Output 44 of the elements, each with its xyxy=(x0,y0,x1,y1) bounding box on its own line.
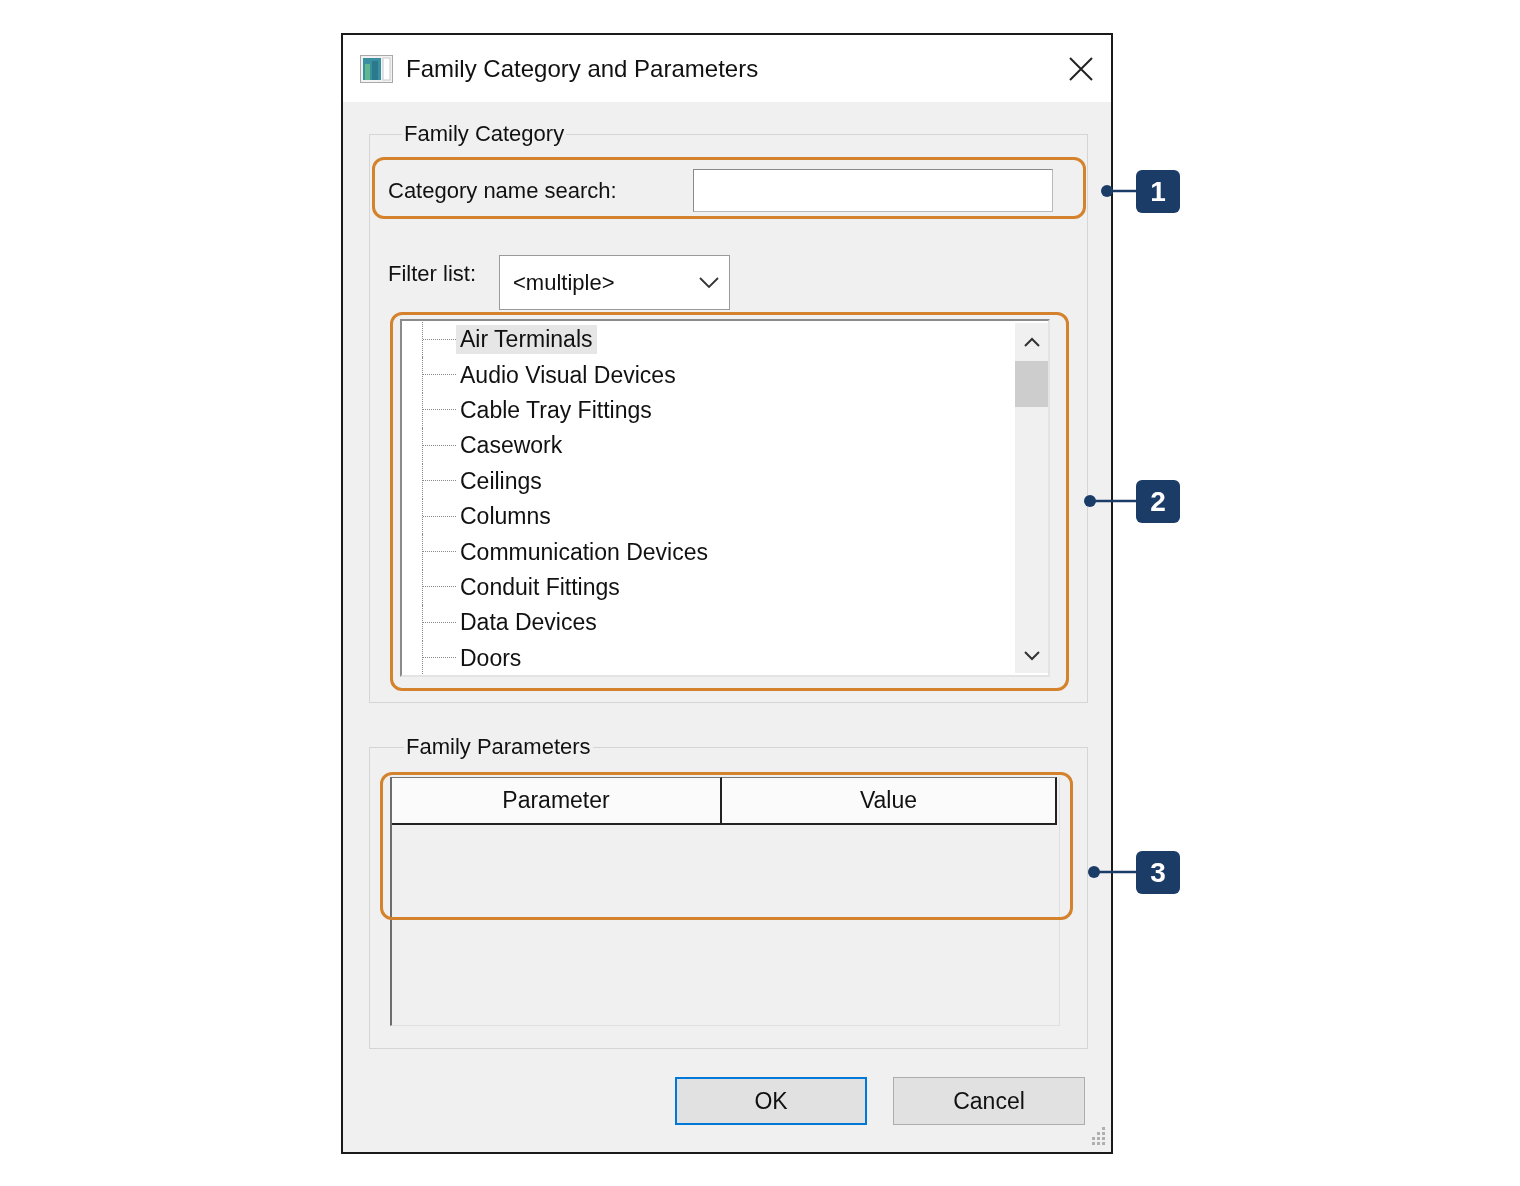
column-header[interactable]: Value xyxy=(722,777,1057,825)
callout-leader xyxy=(1084,495,1137,507)
chevron-down-icon xyxy=(699,276,719,289)
window-title: Family Category and Parameters xyxy=(406,53,759,84)
tree-line xyxy=(422,605,456,641)
tree-item[interactable]: Cable Tray Fittings xyxy=(456,395,656,425)
tree-line xyxy=(422,463,456,499)
close-button[interactable] xyxy=(1067,54,1095,83)
app-icon xyxy=(360,54,393,83)
callout-number: 2 xyxy=(1136,480,1180,523)
cancel-button[interactable]: Cancel xyxy=(893,1077,1085,1125)
tree-item[interactable]: Casework xyxy=(456,431,567,461)
tree-item[interactable]: Ceilings xyxy=(456,466,546,496)
tree-line xyxy=(422,534,456,570)
callout-leader xyxy=(1101,185,1137,197)
tree-line xyxy=(422,498,456,535)
tree-item[interactable]: Communication Devices xyxy=(456,537,712,567)
search-label: Category name search: xyxy=(388,176,617,205)
tree-line xyxy=(422,569,456,606)
filter-label: Filter list: xyxy=(388,260,477,288)
chevron-up-icon[interactable] xyxy=(1023,337,1040,347)
search-field[interactable] xyxy=(693,169,1053,212)
callout-number: 1 xyxy=(1136,170,1180,213)
callout-number: 3 xyxy=(1136,851,1180,894)
column-header[interactable]: Parameter xyxy=(392,777,722,825)
chevron-down-icon[interactable] xyxy=(1023,651,1040,661)
tree-item[interactable]: Doors xyxy=(456,643,526,673)
close-icon xyxy=(1069,56,1093,81)
tree-item[interactable]: Conduit Fittings xyxy=(456,572,624,602)
group-title: Family Category xyxy=(403,120,566,148)
scrollbar-thumb[interactable] xyxy=(1015,361,1048,407)
tree-item[interactable]: Data Devices xyxy=(456,608,601,638)
tree-line xyxy=(422,357,456,393)
resize-grip-icon[interactable] xyxy=(1090,1127,1106,1145)
filter-dropdown[interactable]: <multiple> xyxy=(499,255,730,310)
tree-item[interactable]: Columns xyxy=(456,502,555,532)
tree-item[interactable]: Audio Visual Devices xyxy=(456,360,680,390)
scrollbar[interactable] xyxy=(1015,323,1048,673)
tree-line xyxy=(422,428,456,464)
tree-line xyxy=(422,392,456,429)
tree-item[interactable]: Air Terminals xyxy=(456,325,597,355)
ok-button[interactable]: OK xyxy=(675,1077,867,1125)
group-title: Family Parameters xyxy=(405,733,592,761)
callout-leader xyxy=(1088,866,1137,878)
